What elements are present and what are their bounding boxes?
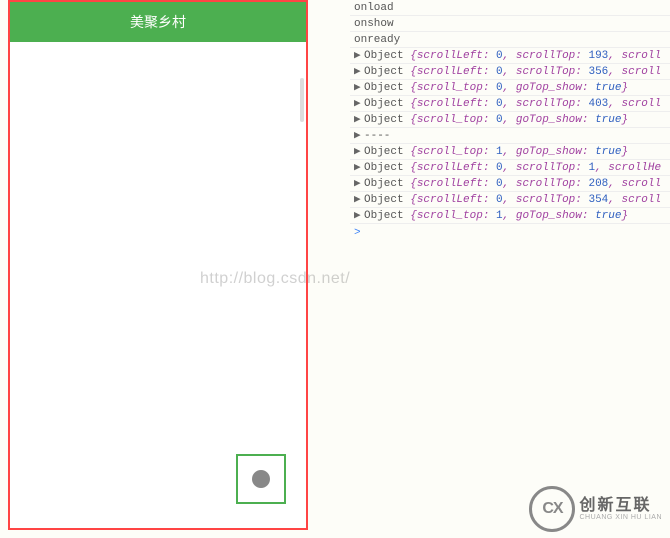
chevron-right-icon[interactable]: ▶ [354, 144, 364, 160]
console-object-label: Object [364, 162, 410, 174]
console-object-value: 0 [496, 114, 503, 126]
goto-top-button[interactable] [236, 454, 286, 504]
console-object-key: scrollLeft [417, 178, 483, 190]
console-object-value: 0 [496, 194, 503, 206]
console-object-key: goTop_show [516, 114, 582, 126]
console-object-key: scrollLeft [417, 162, 483, 174]
console-object-value: true [595, 146, 621, 158]
console-line[interactable]: ▶Object {scroll_top: 1, goTop_show: true… [350, 144, 670, 160]
scrollbar[interactable] [300, 78, 304, 122]
console-object-label: Object [364, 98, 410, 110]
console-object-label: Object [364, 66, 410, 78]
console-object-value: true [595, 82, 621, 94]
console-object-label: Object [364, 114, 410, 126]
console-object-key: scrollLeft [417, 194, 483, 206]
console-object-key: scrollLeft [417, 66, 483, 78]
console-object-value: 354 [588, 194, 608, 206]
phone-header: 美聚乡村 [10, 2, 306, 42]
console-object-value: 0 [496, 98, 503, 110]
console-line[interactable]: ▶Object {scroll_top: 0, goTop_show: true… [350, 112, 670, 128]
console-object-value: 1 [496, 146, 503, 158]
console-object-key: scrollLeft [417, 98, 483, 110]
console-line[interactable]: ▶Object {scroll_top: 1, goTop_show: true… [350, 208, 670, 224]
console-object-label: Object [364, 178, 410, 190]
chevron-right-icon[interactable]: ▶ [354, 96, 364, 112]
console-object-label: Object [364, 194, 410, 206]
console-panel[interactable]: onload onshow onready ▶Object {scrollLeft… [350, 0, 670, 538]
console-object-label: Object [364, 50, 410, 62]
chevron-right-icon[interactable]: ▶ [354, 64, 364, 80]
console-object-key: scroll [622, 178, 662, 190]
console-line[interactable]: ▶Object {scrollLeft: 0, scrollTop: 403, … [350, 96, 670, 112]
chevron-right-icon[interactable]: ▶ [354, 192, 364, 208]
console-object-key: scroll [622, 66, 662, 78]
console-line[interactable]: ▶Object {scrollLeft: 0, scrollTop: 1, sc… [350, 160, 670, 176]
console-object-key: goTop_show [516, 82, 582, 94]
console-object-key: scrollLeft [417, 50, 483, 62]
console-object-key: scrollTop [516, 98, 575, 110]
chevron-right-icon[interactable]: ▶ [354, 48, 364, 64]
console-object-key: scrollTop [516, 178, 575, 190]
console-prompt[interactable]: > [350, 224, 670, 243]
console-line[interactable]: onshow [350, 16, 670, 32]
brand-logo: CX 创新互联 CHUANG XIN HU LIAN [529, 486, 662, 532]
console-object-value: 1 [496, 210, 503, 222]
console-object-key: scroll_top [417, 210, 483, 222]
console-line[interactable]: ▶Object {scrollLeft: 0, scrollTop: 356, … [350, 64, 670, 80]
console-object-key: scroll_top [417, 82, 483, 94]
chevron-right-icon[interactable]: ▶ [354, 80, 364, 96]
watermark-text: http://blog.csdn.net/ [200, 270, 350, 288]
console-divider: ---- [364, 130, 390, 142]
console-object-label: Object [364, 146, 410, 158]
console-object-value: 403 [588, 98, 608, 110]
console-object-value: 208 [588, 178, 608, 190]
console-object-key: scroll [622, 194, 662, 206]
console-object-value: 0 [496, 50, 503, 62]
console-line[interactable]: ▶Object {scroll_top: 0, goTop_show: true… [350, 80, 670, 96]
console-object-value: true [595, 210, 621, 222]
chevron-right-icon[interactable]: ▶ [354, 208, 364, 224]
console-object-value: 0 [496, 178, 503, 190]
chevron-right-icon[interactable]: ▶ [354, 112, 364, 128]
console-object-key: scrollTop [516, 66, 575, 78]
console-line[interactable]: ▶---- [350, 128, 670, 144]
console-object-key: scrollHe [608, 162, 661, 174]
console-object-value: 0 [496, 66, 503, 78]
chevron-right-icon[interactable]: ▶ [354, 160, 364, 176]
console-object-key: scroll_top [417, 114, 483, 126]
console-object-value: 193 [588, 50, 608, 62]
console-object-key: scroll [622, 50, 662, 62]
brand-name-cn: 创新互联 [579, 498, 662, 514]
console-object-label: Object [364, 82, 410, 94]
console-line[interactable]: ▶Object {scrollLeft: 0, scrollTop: 354, … [350, 192, 670, 208]
console-object-value: 0 [496, 162, 503, 174]
console-line[interactable]: ▶Object {scrollLeft: 0, scrollTop: 208, … [350, 176, 670, 192]
console-object-value: true [595, 114, 621, 126]
console-object-key: scrollTop [516, 162, 575, 174]
console-object-value: 356 [588, 66, 608, 78]
phone-simulator: 美聚乡村 [8, 0, 308, 530]
chevron-right-icon[interactable]: ▶ [354, 128, 364, 144]
console-text: onshow [354, 18, 394, 30]
console-object-key: scrollTop [516, 50, 575, 62]
console-text: onready [354, 34, 400, 46]
phone-title: 美聚乡村 [130, 14, 186, 30]
console-object-label: Object [364, 210, 410, 222]
console-line[interactable]: onready [350, 32, 670, 48]
console-line[interactable]: ▶Object {scrollLeft: 0, scrollTop: 193, … [350, 48, 670, 64]
brand-logo-icon: CX [529, 486, 575, 532]
console-object-key: scrollTop [516, 194, 575, 206]
console-object-key: scroll_top [417, 146, 483, 158]
brand-name-en: CHUANG XIN HU LIAN [579, 514, 662, 521]
console-text: onload [354, 2, 394, 14]
chevron-right-icon[interactable]: ▶ [354, 176, 364, 192]
goto-top-icon [252, 470, 270, 488]
console-object-key: scroll [622, 98, 662, 110]
console-object-key: goTop_show [516, 146, 582, 158]
console-line[interactable]: onload [350, 0, 670, 16]
console-object-key: goTop_show [516, 210, 582, 222]
console-object-value: 0 [496, 82, 503, 94]
